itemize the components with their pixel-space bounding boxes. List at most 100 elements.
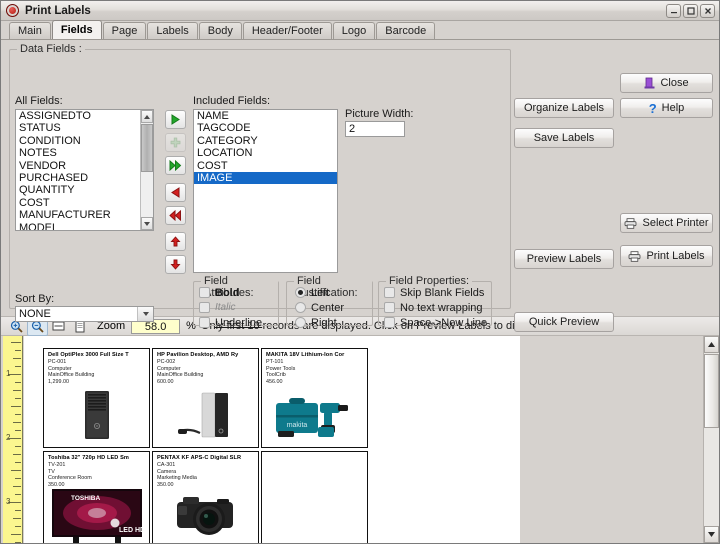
- close-action-button[interactable]: Close: [620, 73, 713, 93]
- list-item[interactable]: TAGCODE: [194, 122, 337, 134]
- print-labels-button[interactable]: Print Labels: [620, 245, 713, 267]
- radio-dot[interactable]: [295, 302, 306, 313]
- list-item[interactable]: COST: [16, 197, 140, 209]
- all-fields-list[interactable]: ASSIGNEDTO STATUS CONDITION NOTES VENDOR…: [15, 109, 154, 231]
- label-card[interactable]: HP Pavilion Desktop, AMD Ry PC-002 Compu…: [152, 348, 259, 448]
- preview-scroll-down-button[interactable]: [704, 526, 719, 543]
- label-name: Dell OptiPlex 3000 Full Size T: [48, 352, 129, 358]
- organize-labels-button[interactable]: Organize Labels: [514, 98, 614, 118]
- move-all-left-button[interactable]: [165, 206, 186, 225]
- data-fields-group-label: Data Fields :: [17, 43, 85, 55]
- tab-fields[interactable]: Fields: [51, 20, 102, 39]
- sort-by-label: Sort By:: [15, 293, 55, 305]
- list-item[interactable]: MODEL: [16, 222, 140, 230]
- sort-by-dropdown[interactable]: NONE: [15, 306, 154, 322]
- checkbox-skip-blank-fields[interactable]: Skip Blank Fields: [384, 285, 487, 300]
- ruler-tick-3: 3: [6, 497, 11, 506]
- minimize-button[interactable]: [666, 3, 681, 18]
- tab-header-footer[interactable]: Header/Footer: [242, 22, 332, 39]
- checkbox-box[interactable]: [384, 302, 395, 313]
- checkbox-italic[interactable]: Italic: [199, 300, 262, 315]
- checkbox-box[interactable]: [384, 317, 395, 328]
- radio-label: Center: [311, 301, 345, 314]
- list-item[interactable]: STATUS: [16, 122, 140, 134]
- tab-barcode[interactable]: Barcode: [376, 22, 436, 39]
- label-location: MainOffice Building: [48, 372, 95, 379]
- quick-preview-button[interactable]: Quick Preview: [514, 312, 614, 332]
- chevron-down-icon[interactable]: [137, 307, 153, 321]
- label-category: Computer: [157, 365, 181, 372]
- label-card-empty[interactable]: [261, 451, 368, 543]
- checkbox-box[interactable]: [199, 317, 210, 328]
- radio-dot[interactable]: [295, 317, 306, 328]
- all-fields-scrollbar[interactable]: [140, 110, 153, 230]
- checkbox-box[interactable]: [199, 302, 210, 313]
- list-item[interactable]: MANUFACTURER: [16, 209, 140, 221]
- list-item[interactable]: PURCHASED: [16, 172, 140, 184]
- scroll-thumb[interactable]: [141, 124, 153, 172]
- included-fields-list[interactable]: NAME TAGCODE CATEGORY LOCATION COST IMAG…: [193, 109, 338, 273]
- move-all-right-button[interactable]: [165, 156, 186, 175]
- label-name: PENTAX KF APS-C Digital SLR: [157, 455, 242, 461]
- tab-main[interactable]: Main: [9, 22, 51, 39]
- label-category: Computer: [48, 365, 72, 372]
- close-button[interactable]: [700, 3, 715, 18]
- checkbox-bold[interactable]: Bold: [199, 285, 262, 300]
- move-down-button[interactable]: [165, 255, 186, 274]
- title-bar: Print Labels: [1, 1, 719, 21]
- preview-scroll-thumb[interactable]: [704, 354, 719, 428]
- all-fields-items: ASSIGNEDTO STATUS CONDITION NOTES VENDOR…: [16, 110, 140, 230]
- list-item[interactable]: ASSIGNEDTO: [16, 110, 140, 122]
- print-labels-label: Print Labels: [646, 250, 705, 262]
- window-title: Print Labels: [25, 4, 91, 17]
- checkbox-box[interactable]: [384, 287, 395, 298]
- label-card[interactable]: Toshiba 32" 720p HD LED Sm TV-201 TV Con…: [43, 451, 150, 543]
- label-card[interactable]: PENTAX KF APS-C Digital SLR CA-301 Camer…: [152, 451, 259, 543]
- ruler-tick-1: 1: [6, 369, 11, 378]
- radio-left[interactable]: Left: [295, 285, 344, 300]
- move-left-button[interactable]: [165, 183, 186, 202]
- tab-logo[interactable]: Logo: [332, 22, 376, 39]
- label-card[interactable]: Dell OptiPlex 3000 Full Size T PC-001 Co…: [43, 348, 150, 448]
- picture-width-input[interactable]: [345, 121, 405, 137]
- scroll-up-button[interactable]: [141, 110, 153, 123]
- list-item[interactable]: LOCATION: [194, 147, 337, 159]
- select-printer-button[interactable]: Select Printer: [620, 213, 713, 233]
- list-item[interactable]: NOTES: [16, 147, 140, 159]
- checkbox-underline[interactable]: Underline: [199, 315, 262, 330]
- svg-text:makita: makita: [286, 422, 307, 429]
- preview-vertical-scrollbar[interactable]: [703, 336, 719, 543]
- list-item-selected[interactable]: IMAGE: [194, 171, 337, 185]
- app-circle-icon: [6, 4, 19, 17]
- checkbox-space-new-line[interactable]: Space->New Line: [384, 315, 487, 330]
- checkbox-no-text-wrapping[interactable]: No text wrapping: [384, 300, 487, 315]
- label-card[interactable]: MAKITA 18V Lithium-Ion Cor PT-101 Power …: [261, 348, 368, 448]
- tab-page[interactable]: Page: [102, 22, 147, 39]
- scroll-down-button[interactable]: [141, 217, 153, 230]
- move-up-button[interactable]: [165, 232, 186, 251]
- radio-dot[interactable]: [295, 287, 306, 298]
- checkbox-box[interactable]: [199, 287, 210, 298]
- maximize-button[interactable]: [683, 3, 698, 18]
- preview-canvas[interactable]: Dell OptiPlex 3000 Full Size T PC-001 Co…: [24, 336, 702, 543]
- label-name: MAKITA 18V Lithium-Ion Cor: [266, 352, 345, 358]
- radio-right[interactable]: Right: [295, 315, 344, 330]
- save-labels-button[interactable]: Save Labels: [514, 128, 614, 148]
- move-right-button[interactable]: [165, 110, 186, 129]
- radio-center[interactable]: Center: [295, 300, 344, 315]
- field-attributes-group: Field Attributes: Bold Italic Underline: [193, 275, 279, 329]
- tab-labels[interactable]: Labels: [147, 22, 198, 39]
- tab-body[interactable]: Body: [198, 22, 242, 39]
- list-item[interactable]: CONDITION: [16, 135, 140, 147]
- ruler-tick-2: 2: [6, 433, 11, 442]
- preview-labels-button[interactable]: Preview Labels: [514, 249, 614, 269]
- sort-by-value: NONE: [19, 308, 51, 320]
- checkbox-label: Underline: [215, 316, 263, 329]
- list-item[interactable]: NAME: [194, 110, 337, 122]
- list-item[interactable]: VENDOR: [16, 160, 140, 172]
- list-item[interactable]: QUANTITY: [16, 184, 140, 196]
- preview-scroll-up-button[interactable]: [704, 336, 719, 353]
- list-item[interactable]: COST: [194, 160, 337, 172]
- help-button[interactable]: ? Help: [620, 98, 713, 118]
- list-item[interactable]: CATEGORY: [194, 135, 337, 147]
